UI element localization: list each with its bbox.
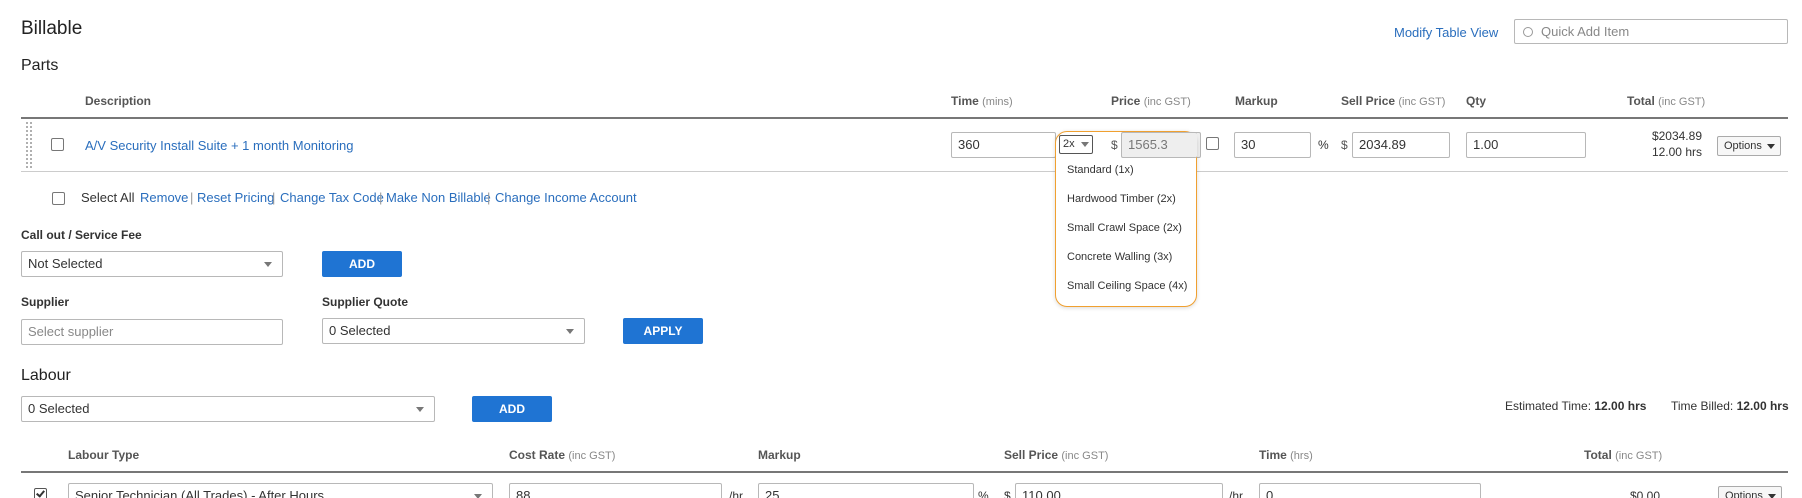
chevron-down-icon — [1768, 494, 1776, 498]
separator: | — [379, 190, 383, 205]
col-labour-total: Total (inc GST) — [1584, 448, 1663, 462]
part-time-input[interactable]: 360 — [951, 132, 1056, 158]
chevron-down-icon — [1081, 142, 1089, 147]
chevron-down-icon — [416, 407, 424, 412]
sell-price-per-hr: /hr — [1229, 489, 1244, 498]
make-non-billable-link[interactable]: Make Non Billable — [386, 190, 491, 205]
labour-type-select[interactable]: Senior Technician (All Trades) - After H… — [68, 483, 493, 498]
supplier-quote-label: Supplier Quote — [322, 295, 409, 309]
chevron-down-icon — [474, 494, 482, 498]
price-override-checkbox[interactable] — [1206, 137, 1219, 150]
remove-link[interactable]: Remove — [140, 190, 188, 205]
drag-handle[interactable] — [25, 121, 33, 169]
estimated-time: Estimated Time: 12.00 hrs — [1505, 399, 1647, 413]
col-total: Total (inc GST) — [1627, 94, 1706, 108]
part-description-link[interactable]: A/V Security Install Suite + 1 month Mon… — [85, 138, 353, 153]
part-markup-input[interactable]: 30 — [1234, 132, 1311, 158]
chevron-down-icon — [264, 262, 272, 267]
labour-markup-input[interactable]: 25 — [758, 483, 974, 498]
quick-add-placeholder: Quick Add Item — [1541, 24, 1630, 39]
supplier-input[interactable]: Select supplier — [21, 319, 283, 345]
labour-markup-percent: % — [978, 489, 989, 498]
labour-add-button[interactable]: ADD — [472, 396, 552, 422]
col-labour-type: Labour Type — [68, 448, 140, 462]
labour-select[interactable]: 0 Selected — [21, 396, 435, 422]
part-sell-price-input[interactable]: 2034.89 — [1352, 132, 1450, 158]
col-sell-price: Sell Price (inc GST) — [1341, 94, 1446, 108]
labour-header-divider — [21, 471, 1788, 473]
time-billed: Time Billed: 12.00 hrs — [1671, 399, 1789, 413]
part-row-checkbox[interactable] — [51, 138, 64, 151]
supplier-label: Supplier — [21, 295, 70, 309]
part-row-divider — [21, 171, 1788, 172]
select-all-checkbox[interactable] — [52, 192, 65, 205]
labour-sell-price-input[interactable]: 110.00 — [1015, 483, 1223, 498]
col-labour-time: Time (hrs) — [1259, 448, 1313, 462]
col-labour-sell-price: Sell Price (inc GST) — [1004, 448, 1109, 462]
parts-heading: Parts — [21, 57, 59, 74]
modify-table-view-link[interactable]: Modify Table View — [1394, 25, 1498, 40]
labour-total: $0.00 — [1629, 489, 1660, 498]
multiplier-option[interactable]: Small Crawl Space (2x) — [1067, 222, 1182, 234]
col-markup: Markup — [1235, 94, 1278, 108]
change-income-account-link[interactable]: Change Income Account — [495, 190, 637, 205]
separator: | — [487, 190, 491, 205]
col-qty: Qty — [1466, 94, 1487, 108]
multiplier-select-active[interactable]: 2x — [1059, 135, 1093, 154]
separator: | — [190, 190, 194, 205]
callout-select[interactable]: Not Selected — [21, 251, 283, 277]
callout-label: Call out / Service Fee — [21, 228, 142, 242]
change-tax-code-link[interactable]: Change Tax Code — [280, 190, 384, 205]
separator: | — [272, 190, 276, 205]
quick-add-input[interactable]: Quick Add Item — [1514, 19, 1788, 44]
sell-currency: $ — [1341, 138, 1348, 152]
part-qty-input[interactable]: 1.00 — [1466, 132, 1586, 158]
page-title: Billable — [21, 18, 83, 39]
multiplier-option[interactable]: Concrete Walling (3x) — [1067, 251, 1172, 263]
markup-percent: % — [1318, 138, 1329, 152]
supplier-quote-select[interactable]: 0 Selected — [322, 318, 585, 344]
part-options-button[interactable]: Options — [1717, 136, 1781, 156]
labour-cost-rate-input[interactable]: 88 — [509, 483, 722, 498]
col-time: Time (mins) — [951, 94, 1013, 108]
col-price: Price (inc GST) — [1111, 94, 1191, 108]
part-total-hours: 12.00 hrs — [1651, 145, 1702, 159]
col-cost-rate: Cost Rate (inc GST) — [509, 448, 616, 462]
labour-sell-currency: $ — [1004, 489, 1011, 498]
col-labour-markup: Markup — [758, 448, 801, 462]
price-currency-overlay: $ — [1111, 138, 1118, 152]
supplier-apply-button[interactable]: APPLY — [623, 318, 703, 344]
labour-heading: Labour — [21, 367, 71, 384]
multiplier-option[interactable]: Small Ceiling Space (4x) — [1067, 280, 1187, 292]
labour-time-input[interactable]: 0 — [1259, 483, 1481, 498]
checkmark-icon — [36, 488, 45, 498]
part-total: $2034.89 — [1651, 129, 1702, 143]
col-description: Description — [85, 94, 152, 108]
labour-row-checkbox[interactable] — [34, 488, 47, 498]
search-icon — [1523, 27, 1533, 37]
part-row: A/V Security Install Suite + 1 month Mon… — [21, 119, 1788, 171]
cost-rate-per-hr: /hr — [729, 489, 744, 498]
labour-options-button[interactable]: Options — [1718, 486, 1782, 498]
multiplier-option[interactable]: Standard (1x) — [1067, 164, 1134, 176]
chevron-down-icon — [1767, 144, 1775, 149]
part-price-input-overlay[interactable]: 1565.3 — [1121, 132, 1197, 158]
callout-add-button[interactable]: ADD — [322, 251, 402, 277]
select-all-label: Select All — [81, 190, 135, 205]
reset-pricing-link[interactable]: Reset Pricing — [197, 190, 274, 205]
chevron-down-icon — [566, 329, 574, 334]
multiplier-option[interactable]: Hardwood Timber (2x) — [1067, 193, 1176, 205]
